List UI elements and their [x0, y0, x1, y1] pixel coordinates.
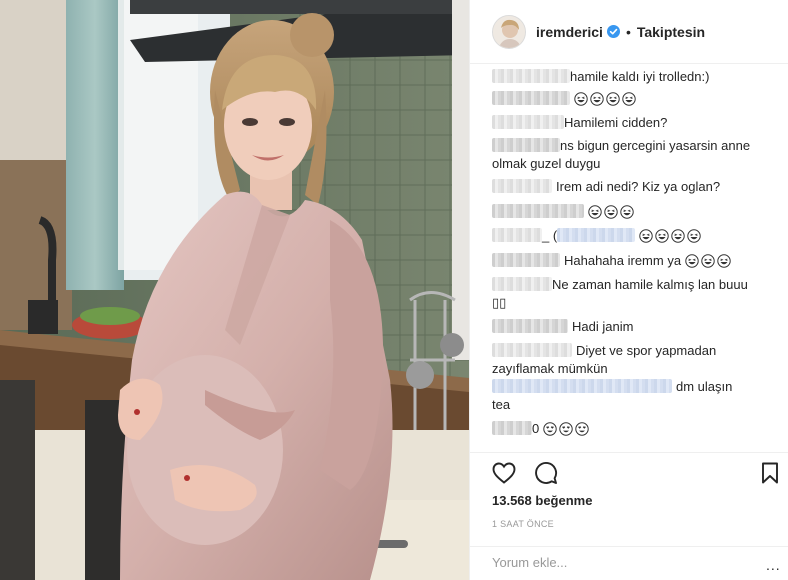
blurred-username[interactable]: [492, 379, 672, 393]
grinning-squint-face-icon: [716, 254, 731, 268]
grinning-squint-face-icon: [621, 92, 636, 106]
comment-text: 0: [532, 421, 540, 436]
comment-text: Hahahaha iremm ya: [564, 253, 682, 268]
grinning-squint-face-icon: [671, 229, 685, 243]
blurred-username[interactable]: [492, 138, 560, 152]
comment-item: Hadi janim: [492, 318, 782, 336]
heart-eyes-face-icon: [575, 422, 589, 436]
header-separator: •: [625, 23, 631, 40]
blurred-mention-link[interactable]: [557, 228, 636, 242]
comment-text-continued: tea: [492, 397, 511, 412]
like-heart-icon[interactable]: [492, 461, 516, 485]
grinning-squint-face-icon: [655, 229, 669, 243]
comment-text-continued: ▯▯: [492, 295, 507, 310]
comment-item: _ (: [492, 227, 782, 245]
comment-list: hamile kaldı iyi trolledn:) Hamilemi cid…: [492, 64, 782, 452]
verified-badge-icon: [606, 25, 620, 38]
blurred-username[interactable]: [492, 319, 568, 333]
grinning-squint-face-icon: [605, 92, 620, 106]
comment-item: dm ulaşın tea: [492, 378, 782, 414]
grinning-squint-face-icon: [573, 92, 588, 106]
comment-item: [492, 90, 782, 108]
blurred-username[interactable]: [492, 421, 532, 435]
blurred-username[interactable]: [492, 204, 584, 218]
comment-text: Hadi janim: [572, 319, 634, 334]
bookmark-icon[interactable]: [758, 461, 782, 485]
post-photo: [0, 0, 469, 580]
avatar[interactable]: [492, 14, 526, 49]
comment-input[interactable]: [492, 555, 732, 570]
grinning-squint-face-icon: [619, 205, 634, 219]
comment-text: _ (: [542, 228, 558, 243]
comment-item: ns bigun gercegini yasarsin anne olmak g…: [492, 137, 782, 173]
heart-eyes-face-icon: [543, 422, 557, 436]
blurred-username[interactable]: [492, 253, 560, 267]
comment-text-continued: olmak guzel duygu: [492, 156, 601, 171]
comment-item: 0: [492, 420, 782, 438]
blurred-username[interactable]: [492, 277, 552, 291]
grinning-squint-face-icon: [587, 205, 602, 219]
post-timestamp[interactable]: 1 SAAT ÖNCE: [492, 519, 554, 529]
comment-item: Hahahaha iremm ya: [492, 252, 782, 270]
following-button[interactable]: Takiptesin: [637, 24, 705, 40]
comment-text-continued: zayıflamak mümkün: [492, 361, 608, 376]
comment-text: Hamilemi cidden?: [564, 115, 668, 130]
add-comment-bar: ...: [470, 546, 788, 580]
comment-text: hamile kaldı iyi trolledn:): [570, 69, 710, 84]
blurred-username[interactable]: [492, 69, 570, 83]
blurred-username[interactable]: [492, 91, 570, 105]
comment-item: Ne zaman hamile kalmış lan buuu ▯▯: [492, 276, 782, 312]
comment-text: Diyet ve spor yapmadan: [576, 343, 717, 358]
comment-item: Diyet ve spor yapmadan zayıflamak mümkün: [492, 342, 782, 378]
like-count[interactable]: 13.568 beğenme: [492, 493, 592, 508]
comment-bubble-icon[interactable]: [534, 461, 558, 485]
post-image[interactable]: [0, 0, 469, 580]
more-options-icon[interactable]: ...: [766, 557, 781, 573]
comment-item: [492, 203, 782, 221]
username-link[interactable]: iremderici: [536, 24, 603, 40]
heart-eyes-face-icon: [559, 422, 573, 436]
blurred-username[interactable]: [492, 179, 552, 193]
post-panel: iremderici • Takiptesin hamile kaldı iyi…: [469, 0, 788, 580]
blurred-username[interactable]: [492, 228, 542, 242]
post-header: iremderici • Takiptesin: [470, 0, 788, 64]
comment-text: Ne zaman hamile kalmış lan buuu: [552, 277, 748, 292]
blurred-username[interactable]: [492, 343, 572, 357]
comment-item: Hamilemi cidden?: [492, 114, 782, 132]
grinning-squint-face-icon: [700, 254, 715, 268]
grinning-squint-face-icon: [603, 205, 618, 219]
grinning-squint-face-icon: [639, 229, 653, 243]
comment-text: ns bigun gercegini yasarsin anne: [560, 138, 751, 153]
action-bar: 13.568 beğenme 1 SAAT ÖNCE: [470, 452, 788, 532]
grinning-squint-face-icon: [687, 229, 701, 243]
grinning-squint-face-icon: [684, 254, 699, 268]
comment-text: Irem adi nedi? Kiz ya oglan?: [556, 179, 721, 194]
blurred-username[interactable]: [492, 115, 564, 129]
avatar-image: [493, 15, 525, 48]
grinning-squint-face-icon: [589, 92, 604, 106]
comment-item: hamile kaldı iyi trolledn:): [492, 68, 782, 86]
comment-item: Irem adi nedi? Kiz ya oglan?: [492, 178, 782, 196]
comment-text: dm ulaşın: [676, 379, 733, 394]
